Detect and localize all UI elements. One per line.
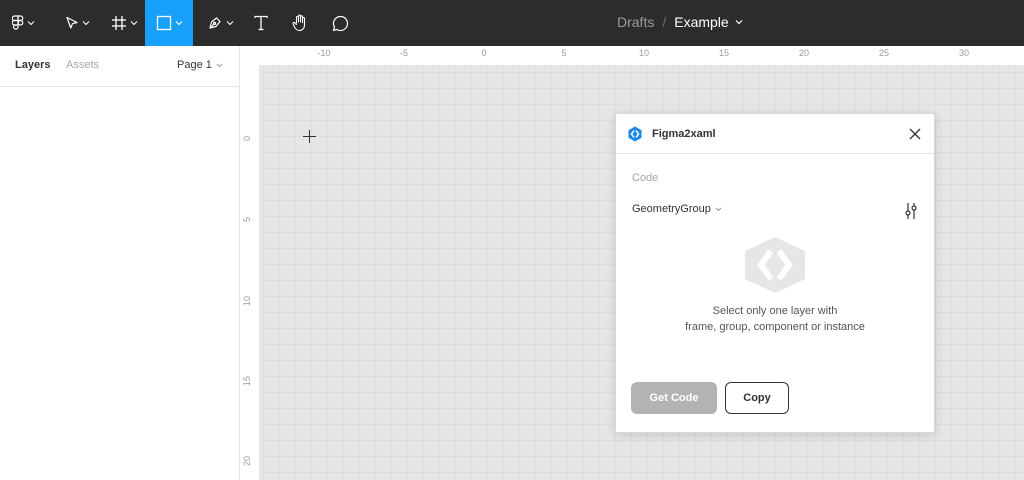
rectangle-icon	[156, 15, 171, 31]
code-label: Code	[632, 172, 659, 184]
hand-tool-button[interactable]	[285, 0, 315, 46]
text-icon	[254, 15, 268, 31]
breadcrumb-drafts[interactable]: Drafts	[617, 14, 654, 30]
page-selector[interactable]: Page 1	[177, 59, 223, 71]
empty-state-line-1: Select only one layer with	[712, 305, 838, 317]
chevron-down-icon	[175, 21, 182, 26]
page-name: Page 1	[177, 59, 212, 71]
file-name[interactable]: Example	[674, 14, 728, 30]
ruler-horizontal: -10 -5 0 5 10 15 20 25 30	[240, 46, 1024, 66]
frame-tool-button[interactable]	[103, 0, 145, 46]
frame-hash-icon	[111, 16, 126, 30]
comment-tool-button[interactable]	[325, 0, 355, 46]
file-breadcrumb[interactable]: Drafts / Example	[617, 14, 743, 30]
tab-layers[interactable]: Layers	[15, 59, 50, 71]
ruler-tick-label: 20	[798, 48, 810, 58]
text-tool-button[interactable]	[246, 0, 276, 46]
pen-icon	[208, 17, 221, 29]
empty-state-line-2: frame, group, component or instance	[685, 321, 865, 333]
sliders-settings-icon[interactable]	[903, 202, 919, 220]
copy-button[interactable]: Copy	[725, 382, 789, 414]
pen-tool-button[interactable]	[199, 0, 241, 46]
ruler-tick-label: -10	[317, 48, 331, 58]
comment-icon	[332, 15, 348, 31]
figma-logo-icon	[11, 15, 23, 30]
ruler-tick-label: 5	[561, 48, 567, 58]
ruler-tick-label: 30	[958, 48, 970, 58]
chevron-down-icon	[130, 21, 137, 26]
plugin-title: Figma2xaml	[652, 128, 716, 140]
get-code-button[interactable]: Get Code	[631, 382, 717, 414]
toolbar: Drafts / Example	[0, 0, 1024, 46]
chevron-down-icon	[715, 207, 722, 211]
chevron-down-icon	[27, 21, 34, 26]
format-value: GeometryGroup	[632, 203, 711, 215]
ruler-tick-label: 25	[878, 48, 890, 58]
panel-tabs: Layers Assets Page 1	[0, 46, 239, 87]
chevron-down-icon	[82, 21, 89, 26]
move-cursor-icon	[65, 16, 78, 29]
plugin-window: Figma2xaml Code GeometryGroup Select onl…	[615, 113, 935, 433]
hand-icon	[292, 14, 306, 32]
move-tool-button[interactable]	[56, 0, 98, 46]
rectangle-tool-button[interactable]	[145, 0, 193, 46]
ruler-tick-label: 10	[242, 295, 252, 306]
chevron-down-icon	[226, 21, 233, 26]
format-dropdown[interactable]: GeometryGroup	[632, 203, 722, 215]
chevron-down-icon	[216, 63, 223, 67]
ruler-tick-label: 0	[242, 135, 252, 141]
ruler-tick-label: 5	[242, 216, 252, 222]
ruler-tick-label: 0	[481, 48, 487, 58]
tab-assets[interactable]: Assets	[66, 59, 99, 71]
ruler-tick-label: 15	[718, 48, 730, 58]
ruler-tick-label: 20	[242, 455, 252, 466]
empty-state-logo-icon	[745, 237, 805, 293]
chevron-down-icon	[735, 20, 743, 25]
figma2xaml-logo-icon	[628, 126, 642, 142]
close-icon[interactable]	[908, 127, 922, 141]
left-panel: Layers Assets Page 1	[0, 46, 240, 480]
ruler-vertical: 0 5 10 15 20	[240, 66, 260, 480]
ruler-tick-label: 15	[242, 375, 252, 386]
crosshair-cursor-icon	[303, 130, 316, 143]
plugin-header: Figma2xaml	[616, 114, 934, 154]
main-menu-button[interactable]	[0, 0, 46, 46]
ruler-tick-label: -5	[399, 48, 409, 58]
ruler-tick-label: 10	[638, 48, 650, 58]
ruler-corner	[240, 46, 260, 66]
breadcrumb-separator: /	[662, 14, 667, 30]
empty-state-message: Select only one layer with frame, group,…	[616, 303, 934, 335]
